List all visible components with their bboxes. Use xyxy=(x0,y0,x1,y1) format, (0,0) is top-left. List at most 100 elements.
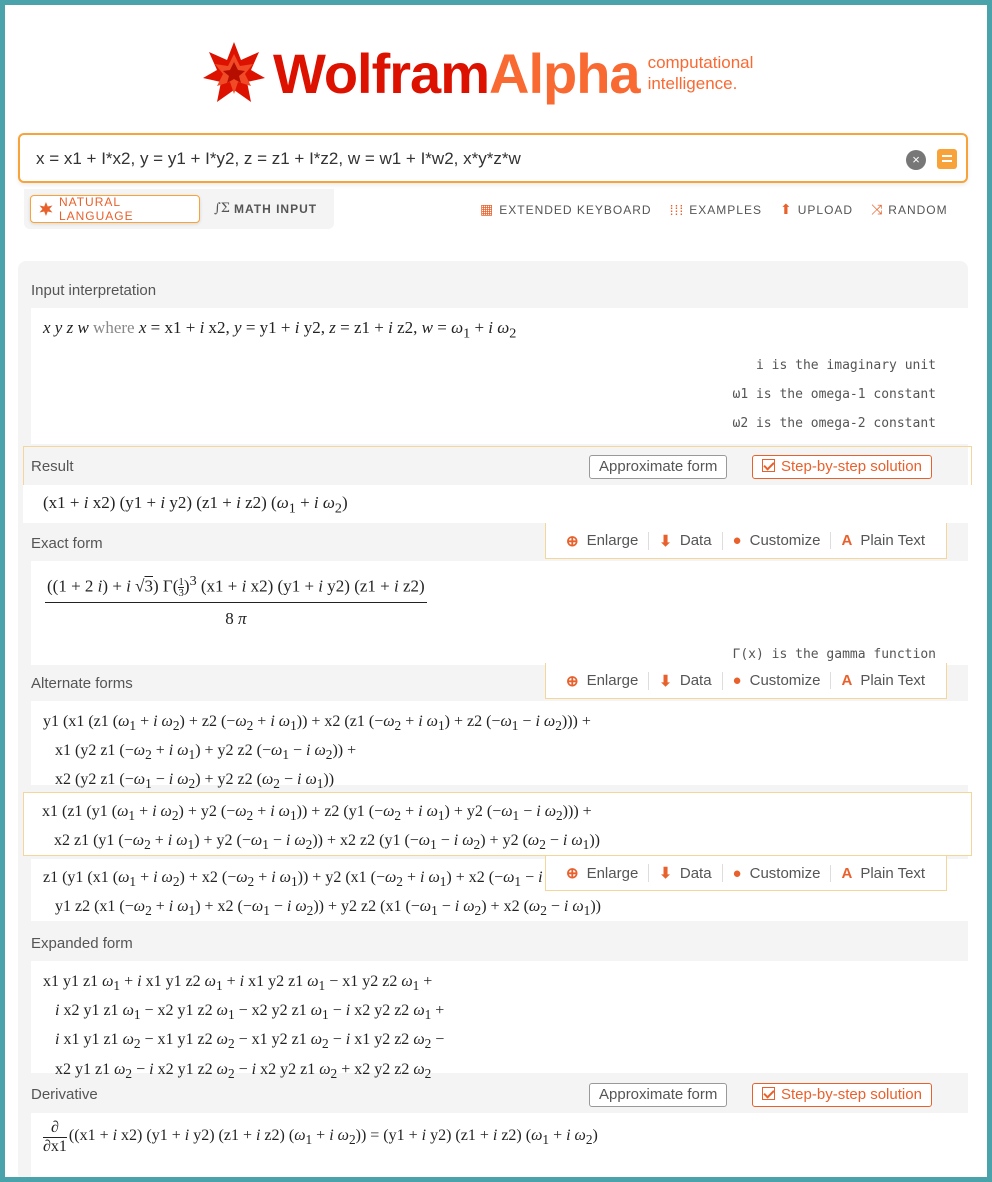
magnify-icon: ⊕ xyxy=(566,672,579,690)
tagline-line2: intelligence. xyxy=(647,74,738,93)
pod-title-exact: Exact form xyxy=(31,535,103,552)
upload-label: UPLOAD xyxy=(797,202,854,217)
customize-label: Customize xyxy=(749,864,821,882)
step-by-step-button[interactable]: Step-by-step solution xyxy=(752,1083,932,1107)
plain-text-icon: A xyxy=(841,532,853,549)
note-omega1: ω1 is the omega-1 constant xyxy=(732,387,937,402)
results-panel: Input interpretation x y z w where x = x… xyxy=(18,261,972,1177)
math-input-tab[interactable]: ∫Σ MATH INPUT xyxy=(214,201,317,216)
download-icon: ⬇ xyxy=(659,532,672,550)
approximate-form-button[interactable]: Approximate form xyxy=(589,455,728,479)
magnify-icon: ⊕ xyxy=(566,532,579,550)
examples-button[interactable]: ⁞⁞⁞ EXAMPLES xyxy=(670,202,762,218)
exact-form-math: ((1 + 2 i) + i √3) Γ(1 3)3 (x1 + i x2) (y… xyxy=(45,569,427,629)
keyboard-label: EXTENDED KEYBOARD xyxy=(499,202,652,217)
pod-title-alternate: Alternate forms xyxy=(31,675,133,692)
logo-wordmark: WolframAlpha xyxy=(273,41,641,106)
upload-button[interactable]: ⬆ UPLOAD xyxy=(780,201,853,218)
random-button[interactable]: ⤨ RANDOM xyxy=(871,201,948,218)
enlarge-button[interactable]: ⊕ Enlarge xyxy=(556,864,650,882)
note-gamma-function: Γ(x) is the gamma function xyxy=(732,647,937,662)
spikey-small-icon xyxy=(39,202,53,216)
pod-title-result: Result xyxy=(31,458,74,475)
palette-icon: ● xyxy=(732,864,742,882)
pod-title-derivative: Derivative xyxy=(31,1086,98,1103)
input-mode-tabs: NATURAL LANGUAGE ∫Σ MATH INPUT xyxy=(24,189,334,229)
exact-form-actions: ⊕ Enlarge ⬇ Data ● Customize A Plain Text xyxy=(545,663,947,699)
upload-icon: ⬆ xyxy=(779,201,793,217)
plain-text-icon: A xyxy=(841,672,853,689)
customize-label: Customize xyxy=(749,532,821,549)
random-label: RANDOM xyxy=(888,202,948,217)
data-button[interactable]: ⬇ Data xyxy=(649,671,723,690)
customize-button[interactable]: ● Customize xyxy=(723,532,832,549)
enlarge-label: Enlarge xyxy=(586,672,639,689)
enlarge-label: Enlarge xyxy=(586,864,639,882)
keyboard-icon: ▦ xyxy=(480,201,495,217)
compute-button[interactable] xyxy=(937,149,957,169)
download-icon: ⬇ xyxy=(659,672,672,690)
enlarge-button[interactable]: ⊕ Enlarge xyxy=(556,531,650,550)
plain-text-icon: A xyxy=(841,864,853,882)
checkbox-icon xyxy=(762,459,775,472)
palette-icon: ● xyxy=(732,672,742,689)
plain-text-button[interactable]: A Plain Text xyxy=(831,532,935,549)
toolbar: ▦ EXTENDED KEYBOARD ⁞⁞⁞ EXAMPLES ⬆ UPLOAD ⤨… xyxy=(480,201,966,218)
wolfram-alpha-logo[interactable]: WolframAlpha computational intelligence. xyxy=(201,33,753,113)
customize-button[interactable]: ● Customize xyxy=(723,672,832,689)
alternate-form-2: x1 (z1 (y1 (ω1 + i ω2) + y2 (−ω2 + i ω1)… xyxy=(24,793,971,855)
plain-text-button[interactable]: A Plain Text xyxy=(831,672,935,689)
alternate-form-3-math: z1 (y1 (x1 (ω1 + i ω2) + x2 (−ω2 + i ω1)… xyxy=(43,869,601,919)
plain-text-label: Plain Text xyxy=(860,672,926,689)
plain-text-label: Plain Text xyxy=(860,864,926,882)
alternate-form-1-math: y1 (x1 (z1 (ω1 + i ω2) + z2 (−ω2 + i ω1)… xyxy=(43,713,591,792)
logo-tagline: computational intelligence. xyxy=(648,52,754,94)
step-by-step-label: Step-by-step solution xyxy=(781,458,922,475)
search-input[interactable] xyxy=(36,147,876,171)
download-icon: ⬇ xyxy=(659,865,672,882)
input-interpretation-math: x y z w where x = x1 + i x2, y = y1 + i … xyxy=(43,318,517,342)
step-by-step-button[interactable]: Step-by-step solution xyxy=(752,455,932,479)
exact-form-pod: ((1 + 2 i) + i √3) Γ(1 3)3 (x1 + i x2) (y… xyxy=(31,561,968,665)
math-input-label: MATH INPUT xyxy=(233,201,318,216)
step-by-step-label: Step-by-step solution xyxy=(781,1086,922,1103)
spikey-logo-icon xyxy=(203,42,265,102)
customize-label: Customize xyxy=(749,672,821,689)
search-box: × xyxy=(18,133,968,183)
derivative-pod: ∂ ∂x1 ((x1 + i x2) (y1 + i y2) (z1 + i z2… xyxy=(31,1113,968,1177)
derivative-math: ∂ ∂x1 ((x1 + i x2) (y1 + i y2) (z1 + i z2… xyxy=(43,1119,598,1155)
logo-alpha: Alpha xyxy=(489,41,641,105)
page-frame: WolframAlpha computational intelligence.… xyxy=(5,5,987,1177)
note-imaginary-unit: i is the imaginary unit xyxy=(755,358,936,373)
grid-dots-icon: ⁞⁞⁞ xyxy=(669,201,685,218)
result-math: (x1 + i x2) (y1 + i y2) (z1 + i z2) (ω1 … xyxy=(43,493,348,517)
enlarge-label: Enlarge xyxy=(586,532,639,549)
logo-wolfram: Wolfram xyxy=(273,41,490,105)
customize-button[interactable]: ● Customize xyxy=(723,864,832,882)
data-button[interactable]: ⬇ Data xyxy=(649,531,723,550)
note-omega2: ω2 is the omega-2 constant xyxy=(732,416,937,431)
shuffle-icon: ⤨ xyxy=(871,201,884,217)
checkbox-icon xyxy=(762,1087,775,1100)
alternate-form-2-math: x1 (z1 (y1 (ω1 + i ω2) + y2 (−ω2 + i ω1)… xyxy=(42,803,600,853)
input-interpretation-pod: x y z w where x = x1 + i x2, y = y1 + i … xyxy=(31,308,968,444)
result-pod: (x1 + i x2) (y1 + i y2) (z1 + i z2) (ω1 … xyxy=(23,485,972,523)
clear-icon[interactable]: × xyxy=(906,150,926,170)
enlarge-button[interactable]: ⊕ Enlarge xyxy=(556,671,650,690)
natural-language-label: NATURAL LANGUAGE xyxy=(58,195,134,223)
plain-text-label: Plain Text xyxy=(860,532,926,549)
data-label: Data xyxy=(679,672,712,689)
palette-icon: ● xyxy=(732,532,742,549)
natural-language-tab[interactable]: NATURAL LANGUAGE xyxy=(30,195,200,223)
approximate-form-button[interactable]: Approximate form xyxy=(589,1083,728,1107)
pod-title-input: Input interpretation xyxy=(31,282,157,299)
alternate-actions: ⊕ Enlarge ⬇ Data ● Customize A Plain Text xyxy=(545,855,947,891)
data-label: Data xyxy=(679,864,712,882)
plain-text-button[interactable]: A Plain Text xyxy=(831,865,935,882)
expanded-form-math: x1 y1 z1 ω1 + i x1 y1 z2 ω1 + i x1 y2 z1… xyxy=(43,973,445,1081)
result-actions: ⊕ Enlarge ⬇ Data ● Customize A Plain Text xyxy=(545,523,947,559)
data-label: Data xyxy=(679,532,712,549)
expanded-form-pod: x1 y1 z1 ω1 + i x1 y1 z2 ω1 + i x1 y2 z1… xyxy=(31,961,968,1081)
extended-keyboard-button[interactable]: ▦ EXTENDED KEYBOARD xyxy=(480,201,652,218)
data-button[interactable]: ⬇ Data xyxy=(649,864,723,882)
